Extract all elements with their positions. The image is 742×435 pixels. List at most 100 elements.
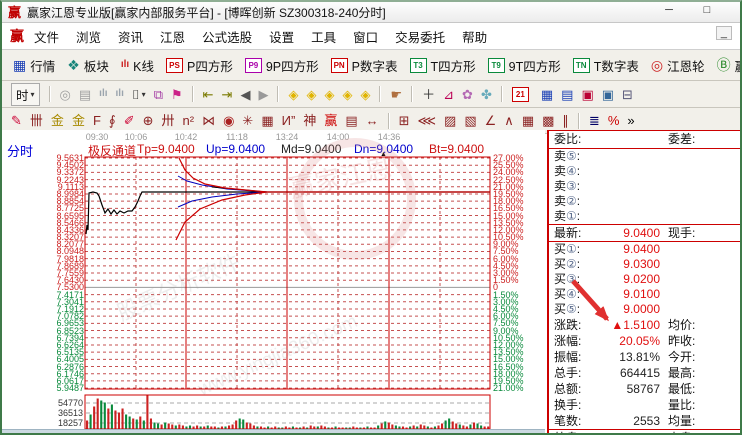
menu-item-7[interactable]: 窗口	[353, 27, 378, 46]
gann-wheel-button[interactable]: ◎江恩轮	[651, 56, 705, 75]
pen-button[interactable]: ✎	[11, 114, 22, 127]
ruler-button[interactable]: ▤	[345, 114, 357, 127]
maximize-button[interactable]: □	[698, 4, 716, 16]
target-button[interactable]: ◉	[223, 114, 234, 127]
calendar-button[interactable]: 21	[512, 87, 533, 102]
circle-grid-icon: ⊕	[143, 114, 154, 127]
clipboard-button[interactable]: ▤	[79, 88, 91, 101]
hand-button[interactable]: ☛	[390, 88, 402, 101]
queue-label: 买②:	[549, 257, 598, 272]
trade-cart-button[interactable]: ⊟	[622, 88, 633, 101]
wave-mark-button[interactable]: И”	[282, 114, 296, 127]
crosshair-button[interactable]: ＋	[422, 88, 435, 101]
zoom-v-button[interactable]: ◈	[342, 88, 352, 101]
zoom-right-button[interactable]: ◈	[306, 88, 316, 101]
gann-grid-button[interactable]: 卌	[30, 114, 43, 127]
menu-item-6[interactable]: 工具	[311, 27, 336, 46]
stat-bars-button[interactable]: ≣	[589, 114, 600, 127]
menu-item-2[interactable]: 资讯	[118, 27, 143, 46]
measure-button[interactable]: ↔	[366, 114, 379, 127]
queue-label: 买③:	[549, 272, 598, 287]
next-button[interactable]: ▶	[258, 88, 268, 101]
parallel-button[interactable]: ∥	[562, 114, 569, 127]
menu-item-4[interactable]: 公式选股	[202, 27, 252, 46]
save-button[interactable]: ▣	[581, 88, 593, 101]
zigzag-button[interactable]: ∧	[504, 114, 514, 127]
shen-grid-icon: 神	[303, 114, 316, 127]
zoom-all-button[interactable]: ◈	[360, 88, 370, 101]
indicator-pane-button[interactable]: ılı	[116, 89, 124, 99]
gold-grid2-button[interactable]: 金	[72, 114, 85, 127]
box-tool-button[interactable]: ⊞	[399, 114, 410, 127]
prev-button[interactable]: ◀	[240, 88, 250, 101]
menu-item-8[interactable]: 交易委托	[395, 27, 445, 46]
angle-lines-button[interactable]: ∠	[485, 114, 497, 127]
minimize-button[interactable]: ─	[660, 4, 678, 16]
chart-region: 分时 极反通道 Tp=9.0400 Up=9.0400 Md=9.0400 Dn…	[2, 130, 545, 433]
quotes-button[interactable]: ▦行情	[13, 56, 55, 75]
candle-style-button[interactable]: ⌷▾	[132, 88, 146, 101]
fan-box-button[interactable]: ▧	[464, 114, 476, 127]
queue-level-number: ②	[566, 257, 577, 271]
export-button[interactable]: ▣	[602, 88, 614, 101]
mdi-minimize-button[interactable]: _	[716, 26, 732, 40]
t-square-button[interactable]: T3T四方形	[410, 56, 476, 75]
more-button[interactable]: »	[627, 114, 634, 127]
stat-right-label: 内盘:	[660, 430, 714, 433]
circle-grid-button[interactable]: ⊕	[143, 114, 154, 127]
first-page-button[interactable]: ⇤	[203, 88, 214, 101]
box-grid-button[interactable]: ▦	[261, 114, 273, 127]
zoom-h-button[interactable]: ◈	[324, 88, 334, 101]
kline-icon: ılı	[121, 60, 129, 70]
queue-level-number: ①	[566, 209, 577, 223]
percent-line-button[interactable]: %	[608, 114, 620, 127]
menu-item-3[interactable]: 江恩	[160, 27, 185, 46]
cloud-button[interactable]: ✤	[481, 88, 492, 101]
gold-grid-button[interactable]: 金	[51, 114, 64, 127]
overlap-button[interactable]: ◎	[60, 88, 71, 101]
stats-table: 涨跌:▲1.5100均价:涨幅:20.05%昨收:振幅:13.81%今开:总手:…	[549, 317, 740, 433]
protractor-button[interactable]: ⊿	[443, 88, 454, 101]
marker-pen-button[interactable]: ✐	[124, 114, 135, 127]
time-label: 09:30	[77, 132, 117, 142]
9t-square-button[interactable]: T99T四方形	[488, 56, 561, 75]
winner-wheel-button[interactable]: Ⓑ赢家轮	[717, 56, 740, 75]
f-grid-button[interactable]: F	[93, 114, 101, 127]
t-digit-table-button[interactable]: TNT数字表	[573, 56, 639, 75]
zoom-left-button[interactable]: ◈	[288, 88, 298, 101]
menu-item-9[interactable]: 帮助	[462, 27, 487, 46]
period-button-button[interactable]: 时▾	[11, 83, 40, 106]
n-square-button[interactable]: n²	[183, 114, 195, 127]
flower-button[interactable]: ✿	[462, 88, 473, 101]
gann-fan-button[interactable]: ⋘	[418, 114, 437, 127]
shen-grid-button[interactable]: 神	[303, 114, 316, 127]
kline-button[interactable]: ılıK线	[121, 56, 154, 75]
trade-cart-icon: ⊟	[622, 88, 633, 101]
menu-item-0[interactable]: 文件	[34, 27, 59, 46]
spiral-button[interactable]: ∮	[109, 114, 116, 127]
parallel-icon: ∥	[562, 114, 569, 127]
pattern-button[interactable]: ⧉	[154, 88, 163, 101]
toolbar-separator	[49, 86, 51, 102]
calculator-button[interactable]: ▦	[541, 88, 553, 101]
star-grid-button[interactable]: ✳	[242, 114, 253, 127]
9p-square-button[interactable]: P99P四方形	[245, 56, 319, 75]
p-digit-table-button[interactable]: PNP数字表	[331, 56, 398, 75]
box-tool-icon: ⊞	[399, 114, 410, 127]
shade-box-button[interactable]: ▨	[444, 114, 456, 127]
menu-item-1[interactable]: 浏览	[76, 27, 101, 46]
grid2-button[interactable]: ▦	[522, 114, 534, 127]
last-page-button[interactable]: ⇥	[222, 88, 233, 101]
win-stamp-button[interactable]: 赢	[324, 114, 337, 127]
report-button[interactable]: ▤	[561, 88, 573, 101]
grid3-button[interactable]: ▩	[542, 114, 554, 127]
p-square-button[interactable]: PSP四方形	[166, 56, 233, 75]
volume-pane-button[interactable]: ılı	[99, 89, 107, 99]
grid-button[interactable]: 卅	[162, 114, 175, 127]
flag-button[interactable]: ⚑	[171, 88, 183, 101]
menu-item-5[interactable]: 设置	[269, 27, 294, 46]
sectors-button[interactable]: ❖板块	[67, 56, 109, 75]
mirror-button[interactable]: ⋈	[202, 114, 215, 127]
bottom-scroll-strip[interactable]	[2, 429, 545, 434]
app-logo-icon: 赢	[10, 29, 24, 43]
